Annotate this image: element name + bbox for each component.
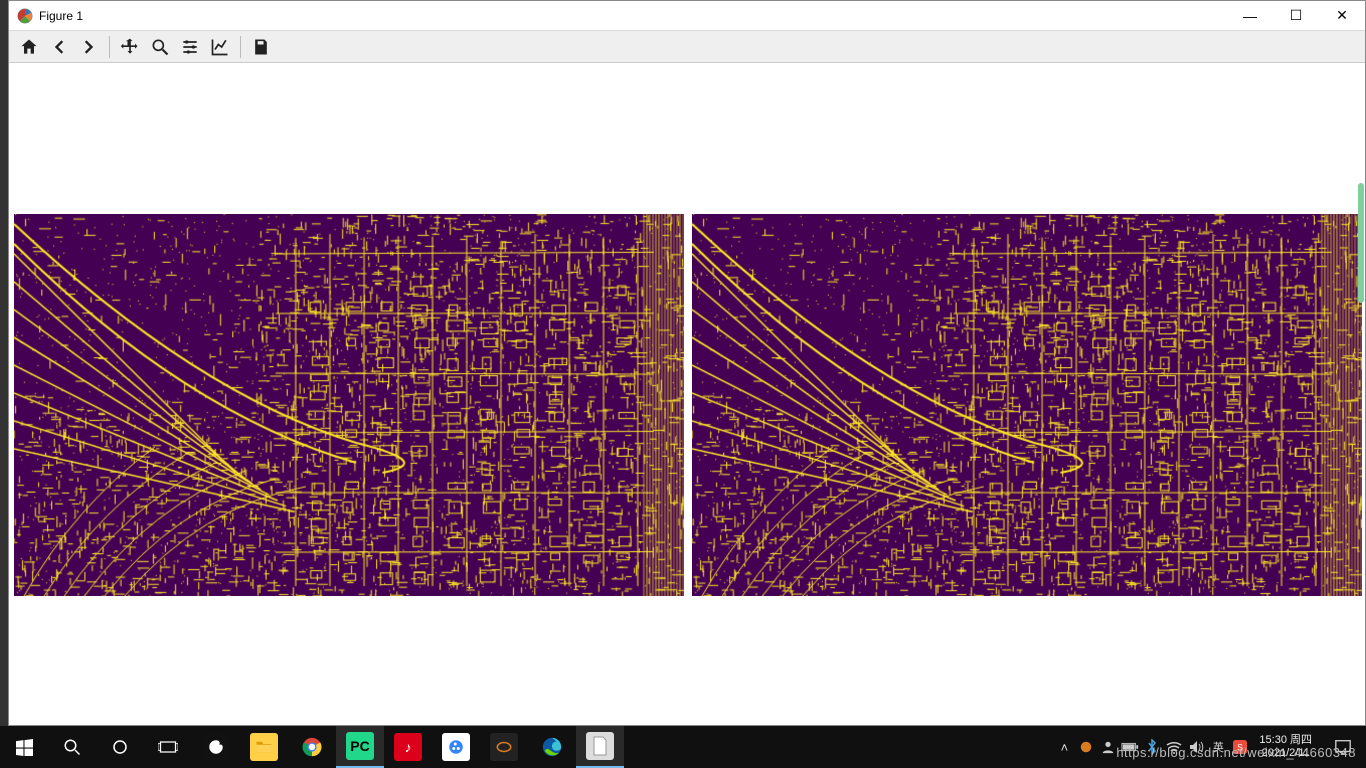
- taskbar-app-chrome[interactable]: [288, 726, 336, 768]
- tray-chevron-up-icon[interactable]: ˄: [1053, 726, 1075, 768]
- save-button[interactable]: [247, 34, 275, 60]
- windows-icon: [16, 739, 33, 756]
- chart-line-icon: [210, 37, 230, 57]
- forward-button[interactable]: [75, 34, 103, 60]
- circle-icon: [111, 738, 129, 756]
- taskbar-app-edge[interactable]: [528, 726, 576, 768]
- maximize-icon: ☐: [1290, 7, 1303, 24]
- window-title: Figure 1: [39, 9, 83, 23]
- matplotlib-icon: [17, 8, 33, 24]
- pycharm-icon: PC: [346, 732, 374, 760]
- tray-wifi-icon[interactable]: [1163, 726, 1185, 768]
- separator: [109, 36, 110, 58]
- configure-button[interactable]: [176, 34, 204, 60]
- tray-app-icon[interactable]: [1075, 726, 1097, 768]
- notification-icon: [1334, 738, 1352, 756]
- chrome-icon: [301, 736, 323, 758]
- zoom-button[interactable]: [146, 34, 174, 60]
- separator: [240, 36, 241, 58]
- svg-text:S: S: [1237, 743, 1243, 753]
- baidu-icon: [442, 733, 470, 761]
- taskbar-app-pycharm[interactable]: PC: [336, 726, 384, 768]
- taskview-icon: [158, 739, 178, 755]
- start-button[interactable]: [0, 726, 48, 768]
- scrollbar-thumb[interactable]: [1358, 183, 1364, 303]
- tray-bluetooth-icon[interactable]: [1141, 726, 1163, 768]
- taskbar-app-terminal[interactable]: [480, 726, 528, 768]
- browser-left-edge: [0, 0, 8, 726]
- figure-canvas[interactable]: [9, 63, 1365, 725]
- windows-taskbar[interactable]: PC ♪ ˄ 英 S 15:30 周四 2021/2/11 https://bl…: [0, 726, 1366, 768]
- maximize-button[interactable]: ☐: [1273, 1, 1319, 31]
- music-icon: ♪: [394, 733, 422, 761]
- taskbar-app-netease[interactable]: ♪: [384, 726, 432, 768]
- home-button[interactable]: [15, 34, 43, 60]
- system-tray: ˄ 英 S 15:30 周四 2021/2/11: [1053, 726, 1366, 768]
- zoom-icon: [150, 37, 170, 57]
- taskview-button[interactable]: [144, 726, 192, 768]
- taskbar-app-document[interactable]: [576, 726, 624, 768]
- subplot-right[interactable]: [691, 213, 1363, 597]
- taskbar-clock[interactable]: 15:30 周四 2021/2/11: [1251, 734, 1320, 760]
- close-icon: ✕: [1336, 7, 1348, 24]
- subplot-row: [13, 213, 1363, 597]
- document-icon: [586, 732, 614, 760]
- tray-people-icon[interactable]: [1097, 726, 1119, 768]
- taskbar-app-baidu[interactable]: [432, 726, 480, 768]
- taskbar-app-copilot[interactable]: [192, 726, 240, 768]
- search-icon: [63, 738, 81, 756]
- edge-icon: [541, 736, 563, 758]
- cortana-button[interactable]: [96, 726, 144, 768]
- tray-battery-icon[interactable]: [1119, 726, 1141, 768]
- minimize-button[interactable]: —: [1227, 1, 1273, 31]
- folder-icon: [250, 733, 278, 761]
- clock-time: 15:30: [1259, 734, 1287, 746]
- pan-button[interactable]: [116, 34, 144, 60]
- tray-ime-icon[interactable]: 英: [1207, 726, 1229, 768]
- titlebar[interactable]: Figure 1 — ☐ ✕: [9, 1, 1365, 31]
- edit-axis-button[interactable]: [206, 34, 234, 60]
- move-icon: [120, 37, 140, 57]
- matplotlib-toolbar: [9, 31, 1365, 63]
- search-button[interactable]: [48, 726, 96, 768]
- notifications-button[interactable]: [1320, 726, 1366, 768]
- swirl-icon: [207, 738, 225, 756]
- back-button[interactable]: [45, 34, 73, 60]
- figure-window: Figure 1 — ☐ ✕: [8, 0, 1366, 726]
- sliders-icon: [180, 37, 200, 57]
- minimize-icon: —: [1243, 8, 1257, 24]
- subplot-left[interactable]: [13, 213, 685, 597]
- arrow-left-icon: [49, 37, 69, 57]
- arrow-right-icon: [79, 37, 99, 57]
- clock-date: 2021/2/11: [1262, 747, 1310, 760]
- taskbar-app-explorer[interactable]: [240, 726, 288, 768]
- save-icon: [251, 37, 271, 57]
- close-button[interactable]: ✕: [1319, 1, 1365, 31]
- tray-volume-icon[interactable]: [1185, 726, 1207, 768]
- clock-day: 周四: [1290, 734, 1312, 746]
- tray-sogou-icon[interactable]: S: [1229, 726, 1251, 768]
- terminal-icon: [490, 733, 518, 761]
- home-icon: [19, 37, 39, 57]
